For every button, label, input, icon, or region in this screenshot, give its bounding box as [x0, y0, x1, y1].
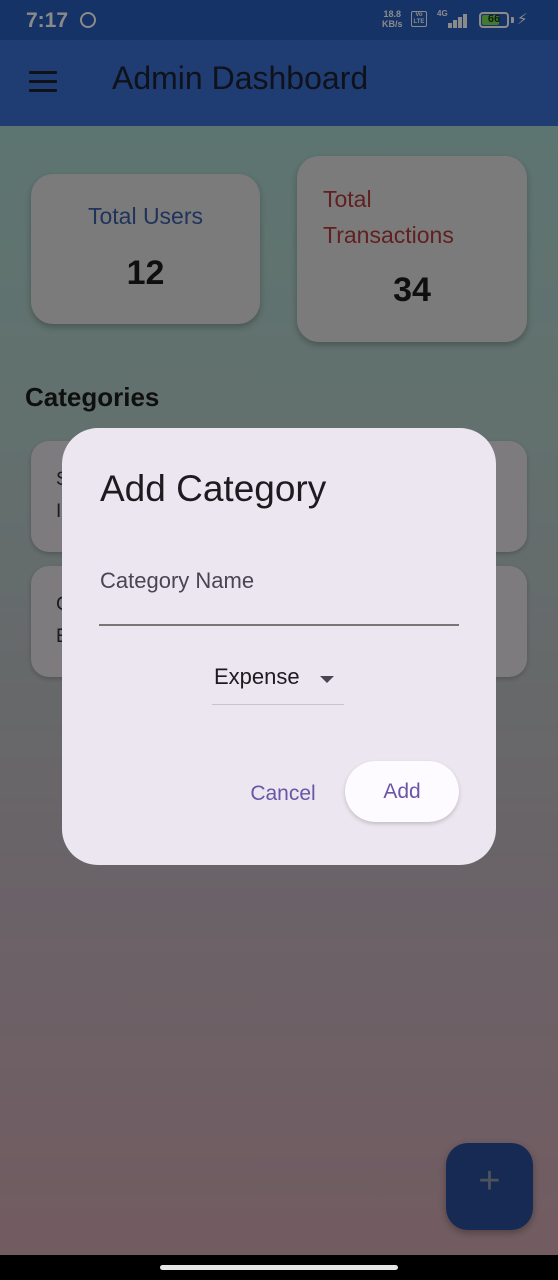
dialog-title: Add Category: [100, 468, 327, 509]
home-handle[interactable]: [160, 1265, 398, 1270]
category-name-input[interactable]: Category Name: [100, 568, 254, 594]
add-category-dialog: Add Category Category Name Expense Cance…: [62, 428, 496, 865]
dropdown-arrow-icon: [320, 676, 334, 683]
cancel-button[interactable]: Cancel: [238, 774, 328, 814]
category-type-dropdown[interactable]: Expense: [212, 664, 344, 705]
dropdown-selected-value: Expense: [214, 664, 300, 689]
category-name-underline: [99, 624, 459, 626]
add-button[interactable]: Add: [345, 761, 459, 822]
gesture-nav-bar: [0, 1255, 558, 1280]
screen: 7:17 18.8 KB/s Vo LTE 4G 66 ⚡ Admin Dash…: [0, 0, 558, 1255]
